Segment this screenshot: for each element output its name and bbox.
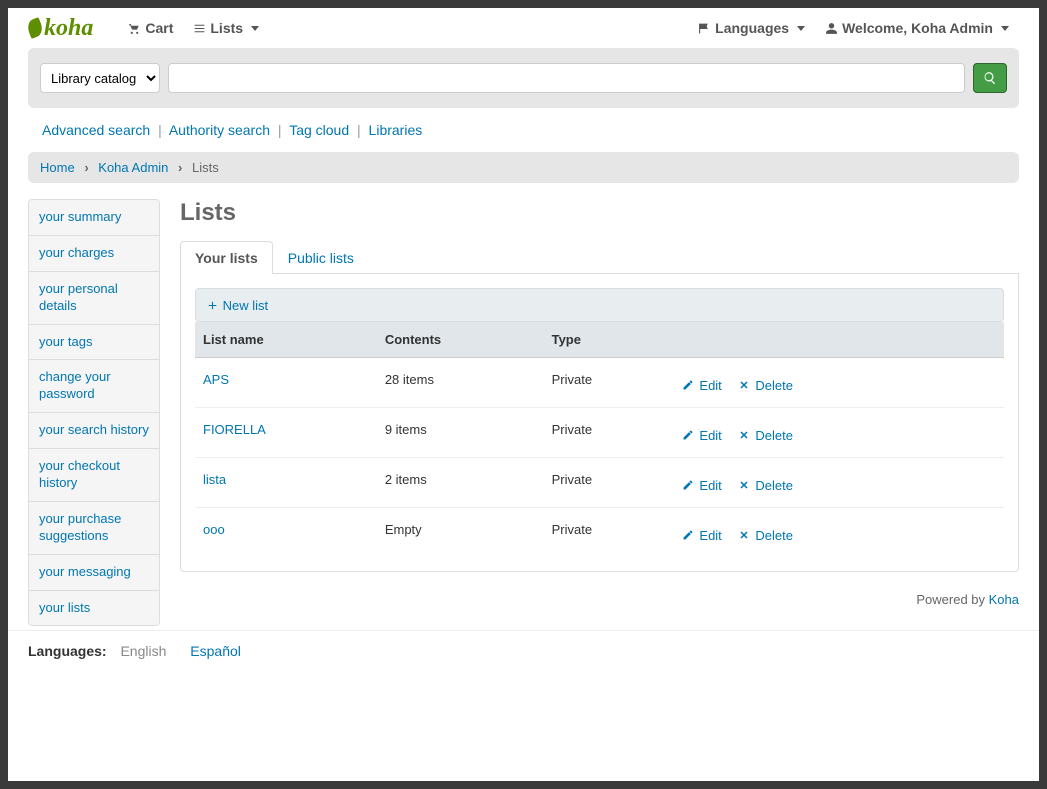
breadcrumb: Home › Koha Admin › Lists [28, 152, 1019, 183]
search-icon [983, 71, 997, 85]
advanced-search-link[interactable]: Advanced search [42, 122, 150, 138]
col-type: Type [544, 322, 674, 358]
lists-dropdown[interactable]: Lists [183, 14, 269, 42]
list-contents: Empty [377, 508, 544, 558]
flag-icon [698, 22, 711, 35]
delete-icon [738, 479, 750, 491]
list-type: Private [544, 358, 674, 408]
sidebar-item-change-password[interactable]: change your password [29, 360, 159, 413]
table-row: ooo EmptyPrivate Edit Delete [195, 508, 1004, 558]
list-contents: 28 items [377, 358, 544, 408]
lists-label: Lists [210, 20, 243, 36]
welcome-label: Welcome, Koha Admin [842, 20, 993, 36]
tabs: Your lists Public lists [180, 241, 1019, 274]
edit-button[interactable]: Edit [682, 378, 722, 393]
breadcrumb-user[interactable]: Koha Admin [98, 160, 168, 175]
search-bar: Library catalog [28, 48, 1019, 108]
sidebar: your summary your charges your personal … [28, 199, 160, 626]
list-name-link[interactable]: FIORELLA [203, 422, 266, 437]
logo-text: koha [44, 15, 93, 42]
sidebar-item-purchase-suggestions[interactable]: your purchase suggestions [29, 502, 159, 555]
breadcrumb-current: Lists [192, 160, 219, 175]
koha-link[interactable]: Koha [989, 592, 1019, 607]
edit-icon [682, 479, 694, 491]
delete-icon [738, 429, 750, 441]
delete-button[interactable]: Delete [738, 478, 793, 493]
sidebar-item-personal-details[interactable]: your personal details [29, 272, 159, 325]
delete-icon [738, 529, 750, 541]
cart-link[interactable]: Cart [118, 14, 183, 42]
user-dropdown[interactable]: Welcome, Koha Admin [815, 14, 1019, 42]
delete-button[interactable]: Delete [738, 378, 793, 393]
sidebar-item-messaging[interactable]: your messaging [29, 555, 159, 591]
table-row: lista 2 itemsPrivate Edit Delete [195, 458, 1004, 508]
sidebar-item-summary[interactable]: your summary [29, 200, 159, 236]
col-contents: Contents [377, 322, 544, 358]
powered-by: Powered by Koha [180, 572, 1019, 619]
top-navbar: koha Cart Lists Languages Welcome, Koha … [8, 8, 1039, 48]
logo[interactable]: koha [28, 15, 93, 42]
list-type: Private [544, 508, 674, 558]
languages-label: Languages [715, 20, 789, 36]
new-list-button[interactable]: New list [206, 298, 268, 313]
chevron-down-icon [797, 26, 805, 31]
delete-icon [738, 379, 750, 391]
edit-icon [682, 429, 694, 441]
new-list-label: New list [223, 298, 269, 313]
search-scope-select[interactable]: Library catalog [40, 63, 160, 93]
language-footer: Languages: English Español [8, 630, 1039, 671]
powered-label: Powered by [916, 592, 988, 607]
col-list-name: List name [195, 322, 377, 358]
current-language: English [120, 643, 166, 659]
list-toolbar: New list [195, 288, 1004, 322]
authority-search-link[interactable]: Authority search [169, 122, 270, 138]
list-contents: 2 items [377, 458, 544, 508]
search-button[interactable] [973, 63, 1007, 93]
sidebar-item-lists[interactable]: your lists [29, 591, 159, 626]
list-icon [193, 22, 206, 35]
sidebar-item-checkout-history[interactable]: your checkout history [29, 449, 159, 502]
tab-content: New list List name Contents Type [180, 274, 1019, 572]
chevron-down-icon [251, 26, 259, 31]
table-row: FIORELLA 9 itemsPrivate Edit Delete [195, 408, 1004, 458]
sidebar-item-charges[interactable]: your charges [29, 236, 159, 272]
edit-icon [682, 379, 694, 391]
table-row: APS 28 itemsPrivate Edit Delete [195, 358, 1004, 408]
libraries-link[interactable]: Libraries [369, 122, 423, 138]
search-sublinks: Advanced search | Authority search | Tag… [8, 108, 1039, 152]
delete-button[interactable]: Delete [738, 428, 793, 443]
languages-label: Languages: [28, 643, 107, 659]
tab-public-lists[interactable]: Public lists [273, 241, 369, 274]
edit-button[interactable]: Edit [682, 428, 722, 443]
list-contents: 9 items [377, 408, 544, 458]
list-type: Private [544, 458, 674, 508]
chevron-down-icon [1001, 26, 1009, 31]
sidebar-item-tags[interactable]: your tags [29, 325, 159, 361]
col-actions [674, 322, 1004, 358]
delete-button[interactable]: Delete [738, 528, 793, 543]
languages-dropdown[interactable]: Languages [688, 14, 815, 42]
list-name-link[interactable]: ooo [203, 522, 225, 537]
edit-button[interactable]: Edit [682, 478, 722, 493]
tab-your-lists[interactable]: Your lists [180, 241, 273, 274]
list-name-link[interactable]: APS [203, 372, 229, 387]
edit-icon [682, 529, 694, 541]
list-name-link[interactable]: lista [203, 472, 226, 487]
cart-label: Cart [145, 20, 173, 36]
sidebar-item-search-history[interactable]: your search history [29, 413, 159, 449]
user-icon [825, 22, 838, 35]
plus-icon [206, 299, 219, 312]
tag-cloud-link[interactable]: Tag cloud [289, 122, 349, 138]
breadcrumb-home[interactable]: Home [40, 160, 75, 175]
edit-button[interactable]: Edit [682, 528, 722, 543]
page-title: Lists [180, 199, 1019, 227]
cart-icon [128, 22, 141, 35]
leaf-icon [25, 17, 44, 39]
lists-table: List name Contents Type APS28 itemsPriva… [195, 322, 1004, 557]
search-input[interactable] [168, 63, 965, 93]
list-type: Private [544, 408, 674, 458]
language-link-es[interactable]: Español [190, 643, 241, 659]
